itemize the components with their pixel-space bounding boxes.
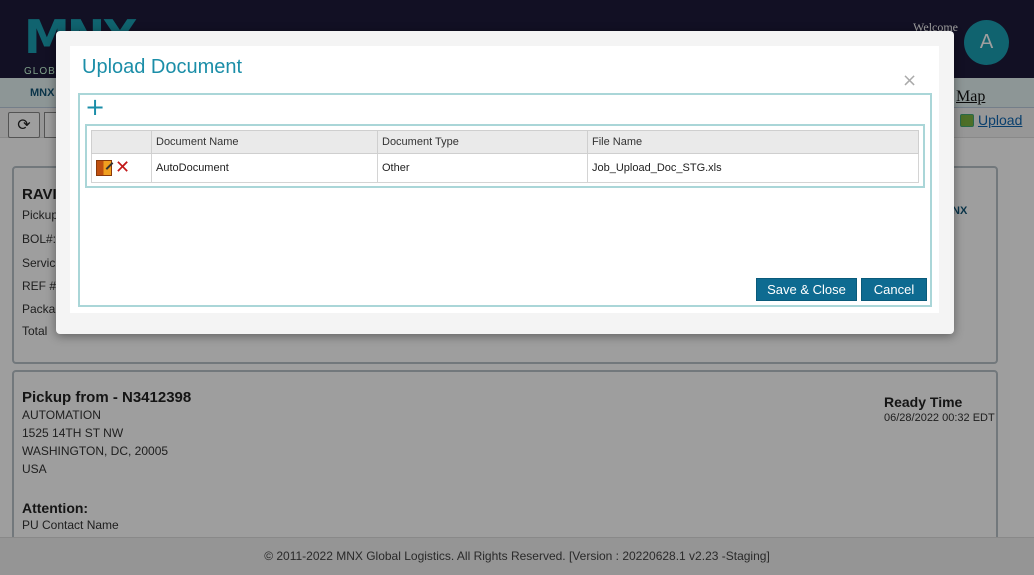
add-document-icon[interactable]: + <box>85 95 105 119</box>
row-actions-cell: ✕ <box>91 153 152 183</box>
close-icon[interactable]: × <box>902 70 917 91</box>
column-header-file-name[interactable]: File Name <box>587 130 919 154</box>
save-close-button[interactable]: Save & Close <box>756 278 857 301</box>
document-table: Document Name Document Type File Name ✕ <box>91 130 919 183</box>
dialog-title: Upload Document <box>82 56 243 78</box>
dialog-body: Upload Document × + Document Name Docume… <box>70 46 939 313</box>
file-name-link[interactable]: Job_Upload_Doc_STG.xls <box>587 153 919 183</box>
column-header-document-type[interactable]: Document Type <box>377 130 588 154</box>
table-row: ✕ AutoDocument Other Job_Upload_Doc_STG.… <box>91 153 919 183</box>
document-name-cell: AutoDocument <box>151 153 378 183</box>
column-header-actions <box>91 130 152 154</box>
document-grid: Document Name Document Type File Name ✕ <box>85 124 925 188</box>
document-panel: + Document Name Document Type File Name <box>78 93 932 307</box>
delete-icon[interactable]: ✕ <box>115 159 130 177</box>
document-type-cell: Other <box>377 153 588 183</box>
upload-document-dialog: Upload Document × + Document Name Docume… <box>56 31 954 334</box>
edit-icon[interactable] <box>96 160 112 176</box>
table-header-row: Document Name Document Type File Name <box>91 130 919 154</box>
column-header-document-name[interactable]: Document Name <box>151 130 378 154</box>
cancel-button[interactable]: Cancel <box>861 278 927 301</box>
